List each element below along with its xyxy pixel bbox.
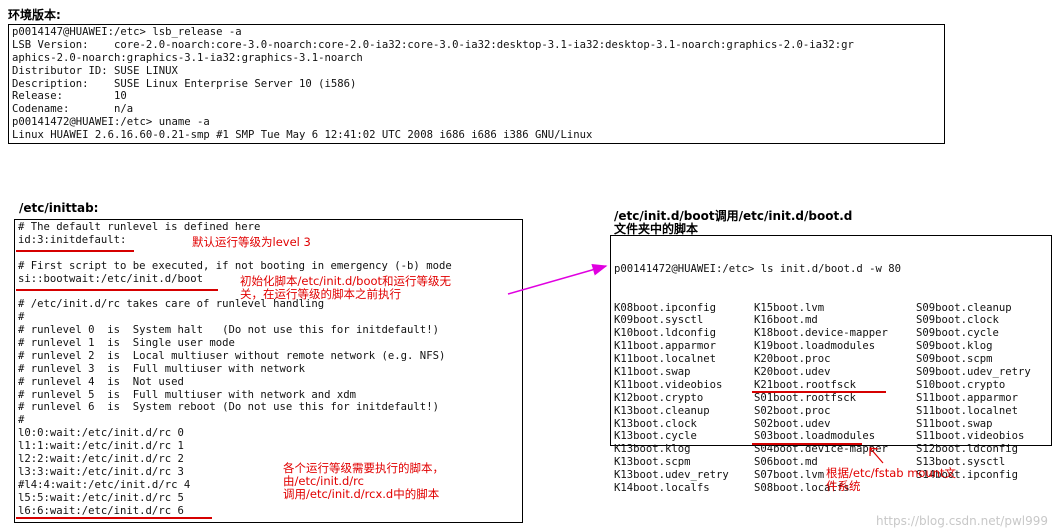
annotation-arrows: [507, 263, 884, 464]
arrow-boot-to-bootd: [507, 263, 608, 295]
arrow-fstab-note: [869, 447, 884, 464]
watermark: https://blog.csdn.net/pwl999: [875, 514, 1048, 528]
